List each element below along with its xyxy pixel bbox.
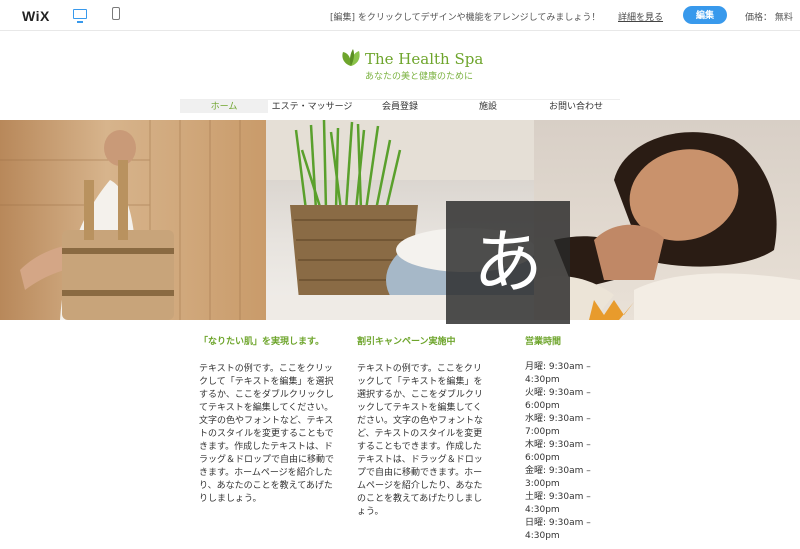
intro-body: テキストの例です。ここをクリックして「テキストを編集」を選択するか、ここをダブル… <box>199 364 335 504</box>
nav-item-contact[interactable]: お問い合わせ <box>532 100 620 113</box>
details-link[interactable]: 詳細を見る <box>618 10 663 23</box>
hours-row: 土曜: 9:30am – 4:30pm <box>525 492 591 515</box>
text-overlay-glyph[interactable]: あ <box>446 201 570 324</box>
campaign-column[interactable]: 割引キャンペーン実施中 テキストの例です。ここをクリックして「テキストを編集」を… <box>357 337 487 519</box>
leaf-logo-icon <box>342 49 360 66</box>
hours-heading: 営業時間 <box>525 337 562 347</box>
site-subtitle: あなたの美と健康のために <box>365 72 474 82</box>
hours-row: 火曜: 9:30am – 6:00pm <box>525 388 591 411</box>
editor-top-bar: WiX [編集] をクリックしてデザインや機能をアレンジしてみましょう！ 詳細を… <box>0 0 800 31</box>
hours-column[interactable]: 営業時間 月曜: 9:30am – 4:30pm 火曜: 9:30am – 6:… <box>525 337 595 543</box>
hours-row: 日曜: 9:30am – 4:30pm <box>525 518 591 541</box>
intro-heading: 「なりたい肌」を実現します。 <box>199 337 325 347</box>
hours-row: 水曜: 9:30am – 7:00pm <box>525 414 591 437</box>
nav-item-facilities[interactable]: 施設 <box>444 100 532 113</box>
wix-logo[interactable]: WiX <box>22 8 50 24</box>
sauna-image <box>0 120 266 320</box>
price-label: 価格： 無料 <box>745 13 793 23</box>
desktop-icon[interactable] <box>73 9 87 23</box>
nav-item-esthetics[interactable]: エステ・マッサージ <box>268 100 356 113</box>
hours-row: 月曜: 9:30am – 4:30pm <box>525 362 591 385</box>
campaign-body: テキストの例です。ここをクリックして「テキストを編集」を選択するか、ここをダブル… <box>357 364 484 517</box>
campaign-heading: 割引キャンペーン実施中 <box>357 337 456 347</box>
mobile-icon[interactable] <box>112 7 120 20</box>
main-nav: ホーム エステ・マッサージ 会員登録 施設 お問い合わせ <box>180 99 620 113</box>
site-title[interactable]: The Health Spa <box>365 50 483 68</box>
massage-image <box>534 120 800 320</box>
promo-text: [編集] をクリックしてデザインや機能をアレンジしてみましょう！ <box>330 13 601 23</box>
hours-row: 金曜: 9:30am – 3:00pm <box>525 466 591 489</box>
hours-row: 木曜: 9:30am – 6:00pm <box>525 440 591 463</box>
nav-item-membership[interactable]: 会員登録 <box>356 100 444 113</box>
edit-button[interactable]: 編集 <box>683 6 727 24</box>
nav-item-home[interactable]: ホーム <box>180 100 268 113</box>
hero-image-strip[interactable] <box>0 120 800 320</box>
intro-column[interactable]: 「なりたい肌」を実現します。 テキストの例です。ここをクリックして「テキストを編… <box>199 337 334 506</box>
